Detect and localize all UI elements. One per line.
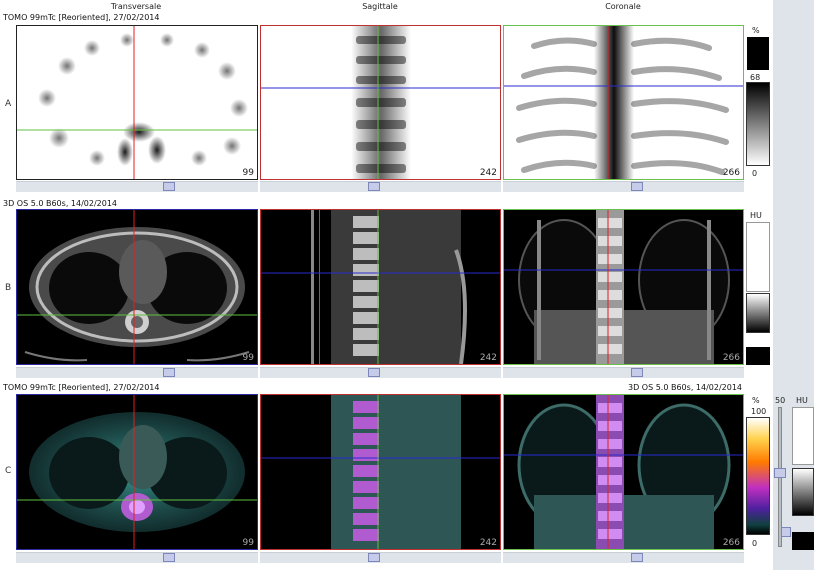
slider-c-coronale[interactable] bbox=[503, 552, 744, 563]
slider-thumb[interactable] bbox=[163, 368, 175, 377]
slider-thumb[interactable] bbox=[368, 368, 380, 377]
slider-b-transversale[interactable] bbox=[16, 367, 258, 378]
slider-thumb[interactable] bbox=[368, 182, 380, 191]
series-label-a: TOMO 99mTc [Reoriented], 27/02/2014 bbox=[3, 13, 160, 22]
slice-number-a-sagittale: 242 bbox=[479, 168, 497, 178]
fusion-ratio-slider-thumb[interactable] bbox=[774, 468, 786, 478]
fusion-coronal-image bbox=[504, 395, 743, 549]
scale-b-unit: HU bbox=[750, 211, 762, 220]
slice-number-b-sagittale: 242 bbox=[479, 353, 497, 363]
spect-transverse-image bbox=[17, 26, 257, 179]
slider-a-coronale[interactable] bbox=[503, 181, 744, 192]
column-header-transversale: Transversale bbox=[110, 2, 162, 11]
scale-b-colorbar[interactable] bbox=[746, 293, 770, 333]
series-label-c: TOMO 99mTc [Reoriented], 27/02/2014 bbox=[3, 383, 160, 392]
slider-thumb[interactable] bbox=[631, 182, 643, 191]
row-label-b: B bbox=[5, 283, 12, 293]
slice-number-b-coronale: 266 bbox=[722, 353, 740, 363]
scale-a-unit: % bbox=[752, 26, 760, 35]
ct-coronal-image bbox=[504, 210, 743, 364]
viewport-a-coronale[interactable]: 266 bbox=[503, 25, 744, 180]
slider-a-sagittale[interactable] bbox=[260, 181, 501, 192]
slider-c-sagittale[interactable] bbox=[260, 552, 501, 563]
slider-thumb[interactable] bbox=[631, 368, 643, 377]
viewport-b-sagittale[interactable]: 242 bbox=[260, 209, 501, 365]
fusion-sagittal-image bbox=[261, 395, 500, 549]
scale-c-hu-black-band bbox=[792, 532, 814, 550]
slider-thumb[interactable] bbox=[631, 553, 643, 562]
scale-c-hu-unit: HU bbox=[796, 396, 808, 405]
ct-transverse-image bbox=[17, 210, 257, 364]
spect-coronal-image bbox=[504, 26, 743, 179]
row-label-a: A bbox=[5, 99, 12, 109]
slice-number-c-transversale: 99 bbox=[242, 538, 254, 548]
scale-a-min: 0 bbox=[752, 169, 758, 178]
row-label-c: C bbox=[5, 466, 12, 476]
column-header-coronale: Coronale bbox=[605, 2, 641, 11]
fusion-ratio-value: 50 bbox=[775, 396, 786, 405]
slider-thumb[interactable] bbox=[368, 553, 380, 562]
scale-a-preview-swatch bbox=[747, 37, 769, 70]
slider-thumb[interactable] bbox=[163, 182, 175, 191]
slice-number-a-transversale: 99 bbox=[242, 168, 254, 178]
slider-c-transversale[interactable] bbox=[16, 552, 258, 563]
spect-sagittal-image bbox=[261, 26, 500, 179]
viewport-a-transversale[interactable]: 99 bbox=[16, 25, 258, 180]
column-header-sagittale: Sagittale bbox=[362, 2, 398, 11]
scale-c-hu-white-band bbox=[792, 407, 814, 465]
ct-sagittal-image bbox=[261, 210, 500, 364]
slider-b-sagittale[interactable] bbox=[260, 367, 501, 378]
fusion-ratio-slider-thumb-lower[interactable] bbox=[781, 527, 791, 537]
slice-number-c-sagittale: 242 bbox=[479, 538, 497, 548]
viewport-a-sagittale[interactable]: 242 bbox=[260, 25, 501, 180]
scale-b-white-band bbox=[746, 222, 770, 292]
scale-a-max: 68 bbox=[750, 73, 761, 82]
scale-c-unit: % bbox=[752, 396, 760, 405]
slice-number-c-coronale: 266 bbox=[722, 538, 740, 548]
viewport-b-coronale[interactable]: 266 bbox=[503, 209, 744, 365]
scale-c-colorbar[interactable] bbox=[746, 417, 770, 535]
scale-c-max: 100 bbox=[751, 407, 767, 416]
viewport-c-transversale[interactable]: 99 bbox=[16, 394, 258, 550]
scale-c-hu-colorbar[interactable] bbox=[792, 468, 814, 516]
slice-number-b-transversale: 99 bbox=[242, 353, 254, 363]
slider-b-coronale[interactable] bbox=[503, 367, 744, 378]
series-label-b: 3D OS 5.0 B60s, 14/02/2014 bbox=[3, 199, 118, 208]
scale-a-colorbar[interactable] bbox=[746, 82, 770, 166]
fusion-transverse-image bbox=[17, 395, 257, 549]
series-label-c-right: 3D OS 5.0 B60s, 14/02/2014 bbox=[628, 383, 743, 392]
slice-number-a-coronale: 266 bbox=[722, 168, 740, 178]
scale-b-black-band bbox=[746, 347, 770, 365]
slider-thumb[interactable] bbox=[163, 553, 175, 562]
slider-a-transversale[interactable] bbox=[16, 181, 258, 192]
viewport-b-transversale[interactable]: 99 bbox=[16, 209, 258, 365]
viewport-c-sagittale[interactable]: 242 bbox=[260, 394, 501, 550]
viewport-c-coronale[interactable]: 266 bbox=[503, 394, 744, 550]
scale-c-min: 0 bbox=[752, 539, 758, 548]
